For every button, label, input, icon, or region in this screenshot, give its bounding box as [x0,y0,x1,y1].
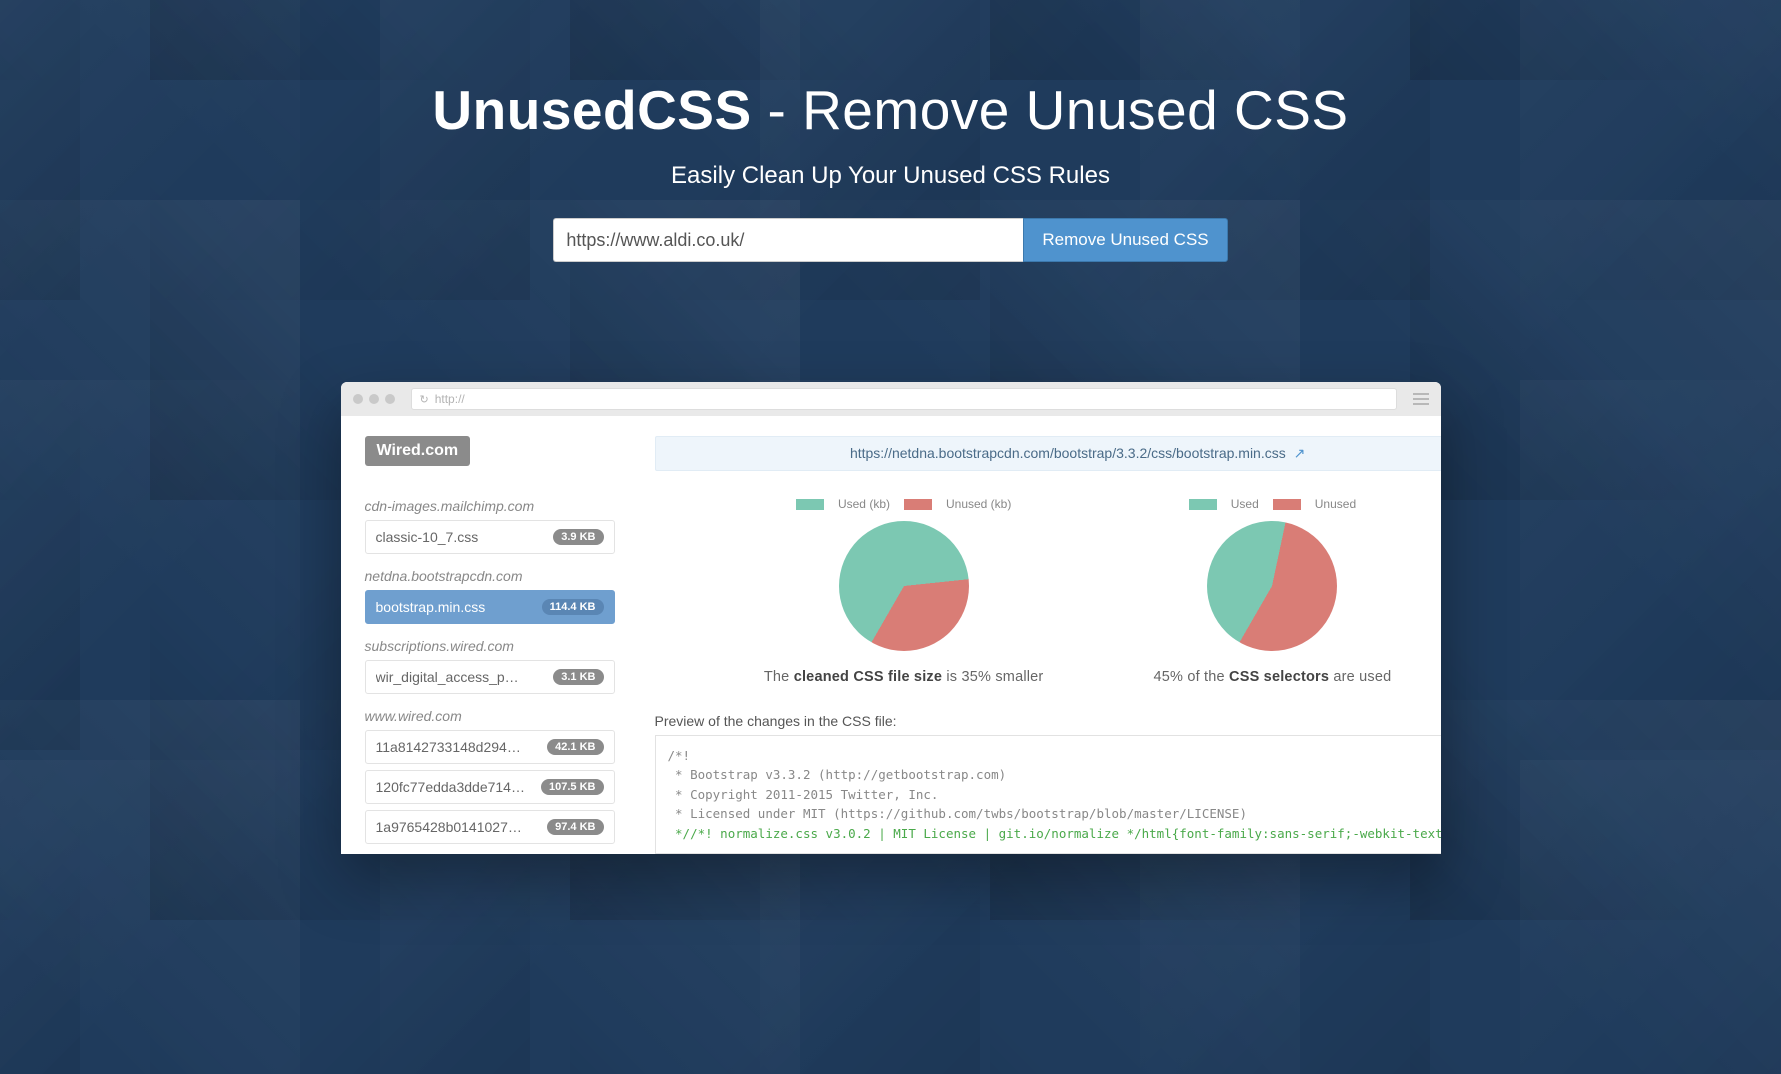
file-row[interactable]: wir_digital_access_p… 3.1 KB [365,660,615,694]
reload-icon: ↻ [420,393,429,406]
swatch-used-icon [796,499,824,510]
remove-unused-css-button[interactable]: Remove Unused CSS [1023,218,1227,262]
file-url: https://netdna.bootstrapcdn.com/bootstra… [655,436,1441,471]
cap-text: 45% of the [1153,669,1229,685]
hero: UnusedCSS - Remove Unused CSS Easily Cle… [0,0,1781,302]
pie-chart-selectors [1207,521,1337,651]
cap-bold: cleaned CSS file size [794,669,942,685]
window-dot-icon [353,394,363,404]
address-text: http:// [435,392,465,406]
page-title: UnusedCSS - Remove Unused CSS [20,78,1761,142]
cap-text: The [764,669,794,685]
file-row[interactable]: 1a9765428b0141027f4d… 97.4 KB [365,810,615,844]
file-row[interactable]: bootstrap.min.css 114.4 KB [365,590,615,624]
swatch-unused-icon [904,499,932,510]
swatch-unused-icon [1273,499,1301,510]
file-name: 1a9765428b0141027f4d… [376,819,526,835]
size-badge: 107.5 KB [541,779,603,795]
legend-label: Unused [1315,497,1356,511]
code-grey: /*! * Bootstrap v3.3.2 (http://getbootst… [668,748,1247,821]
file-row[interactable]: classic-10_7.css 3.9 KB [365,520,615,554]
legend-label: Unused (kb) [946,497,1011,511]
chart-caption: The cleaned CSS file size is 35% smaller [764,669,1044,685]
window-dot-icon [385,394,395,404]
chart-size: Used (kb) Unused (kb) The cleaned CSS fi… [764,497,1044,685]
file-name: bootstrap.min.css [376,599,486,615]
cap-text: are used [1329,669,1391,685]
window-dot-icon [369,394,379,404]
cap-bold: CSS selectors [1229,669,1329,685]
file-url-text: https://netdna.bootstrapcdn.com/bootstra… [850,445,1286,461]
mock-browser: ↻ http:// Wired.com cdn-images.mailchimp… [341,382,1441,854]
app-body: Wired.com cdn-images.mailchimp.com class… [341,416,1441,854]
browser-chrome: ↻ http:// [341,382,1441,416]
size-badge: 3.1 KB [553,669,603,685]
host-label: cdn-images.mailchimp.com [365,498,615,514]
title-bold: UnusedCSS [432,79,751,141]
legend: Used (kb) Unused (kb) [764,497,1044,511]
subtitle: Easily Clean Up Your Unused CSS Rules [20,162,1761,190]
file-name: wir_digital_access_p… [376,669,519,685]
cap-text: is 35% smaller [942,669,1043,685]
legend: Used Unused [1153,497,1391,511]
legend-label: Used (kb) [838,497,890,511]
file-name: classic-10_7.css [376,529,479,545]
pie-chart-size [839,521,969,651]
file-row[interactable]: 120fc77edda3dde71441… 107.5 KB [365,770,615,804]
external-link-icon[interactable]: ↗ [1294,445,1306,461]
host-label: www.wired.com [365,708,615,724]
sidebar: Wired.com cdn-images.mailchimp.com class… [365,436,615,854]
size-badge: 114.4 KB [542,599,604,615]
menu-icon[interactable] [1413,393,1429,405]
code-preview: /*! * Bootstrap v3.3.2 (http://getbootst… [655,735,1441,854]
legend-label: Used [1231,497,1259,511]
size-badge: 42.1 KB [547,739,603,755]
url-input[interactable] [553,218,1023,262]
file-name: 120fc77edda3dde71441… [376,779,526,795]
address-bar[interactable]: ↻ http:// [411,388,1397,410]
url-form: Remove Unused CSS [20,218,1761,262]
size-badge: 97.4 KB [547,819,603,835]
host-label: netdna.bootstrapcdn.com [365,568,615,584]
code-green: *//*! normalize.css v3.0.2 | MIT License… [668,826,1441,841]
file-row[interactable]: 11a8142733148d294243… 42.1 KB [365,730,615,764]
domain-badge: Wired.com [365,436,471,466]
host-label: subscriptions.wired.com [365,638,615,654]
swatch-used-icon [1189,499,1217,510]
file-name: 11a8142733148d294243… [376,739,526,755]
size-badge: 3.9 KB [553,529,603,545]
preview-label: Preview of the changes in the CSS file: [655,713,1441,729]
chart-caption: 45% of the CSS selectors are used [1153,669,1391,685]
title-rest: - Remove Unused CSS [752,79,1349,141]
charts: Used (kb) Unused (kb) The cleaned CSS fi… [655,497,1441,685]
detail-panel: https://netdna.bootstrapcdn.com/bootstra… [615,436,1441,854]
chart-selectors: Used Unused 45% of the CSS selectors are… [1153,497,1391,685]
